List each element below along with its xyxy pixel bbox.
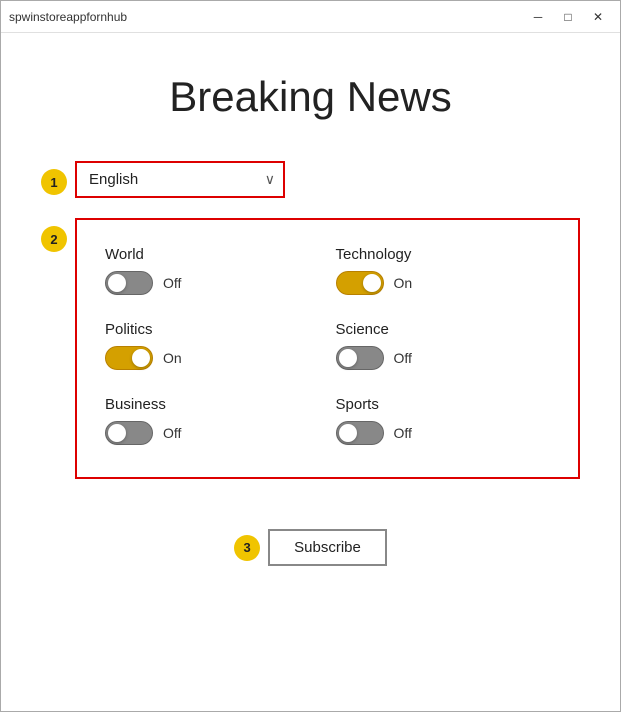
- politics-toggle[interactable]: [105, 346, 153, 370]
- category-world: World Off: [97, 236, 328, 311]
- window-title: spwinstoreappfornhub: [9, 10, 127, 24]
- sports-status: Off: [394, 425, 412, 441]
- category-business: Business Off: [97, 386, 328, 461]
- page-title: Breaking News: [169, 73, 451, 121]
- business-toggle[interactable]: [105, 421, 153, 445]
- technology-toggle-row: On: [336, 271, 551, 295]
- business-toggle-row: Off: [105, 421, 320, 445]
- world-status: Off: [163, 275, 181, 291]
- categories-section: 2 World Off: [41, 218, 580, 479]
- science-status: Off: [394, 350, 412, 366]
- category-technology-label: Technology: [336, 246, 551, 263]
- badge-3: 3: [234, 535, 260, 561]
- category-technology: Technology On: [328, 236, 559, 311]
- minimize-button[interactable]: ─: [524, 7, 552, 27]
- world-toggle-thumb: [108, 274, 126, 292]
- subscribe-button[interactable]: Subscribe: [268, 529, 387, 566]
- science-toggle[interactable]: [336, 346, 384, 370]
- sports-toggle[interactable]: [336, 421, 384, 445]
- politics-toggle-row: On: [105, 346, 320, 370]
- politics-status: On: [163, 350, 182, 366]
- science-toggle-row: Off: [336, 346, 551, 370]
- world-toggle-row: Off: [105, 271, 320, 295]
- science-toggle-thumb: [339, 349, 357, 367]
- sports-toggle-thumb: [339, 424, 357, 442]
- close-button[interactable]: ✕: [584, 7, 612, 27]
- category-science: Science Off: [328, 311, 559, 386]
- language-select-wrapper: English Spanish French German ∨: [75, 161, 285, 198]
- category-world-label: World: [105, 246, 320, 263]
- technology-toggle[interactable]: [336, 271, 384, 295]
- politics-toggle-thumb: [132, 349, 150, 367]
- badge-1: 1: [41, 169, 67, 195]
- subscribe-section: 3 Subscribe: [234, 529, 387, 566]
- language-section: 1 English Spanish French German ∨: [41, 161, 580, 198]
- technology-status: On: [394, 275, 413, 291]
- badge-2: 2: [41, 226, 67, 252]
- category-politics: Politics On: [97, 311, 328, 386]
- category-sports-label: Sports: [336, 396, 551, 413]
- category-science-label: Science: [336, 321, 551, 338]
- business-toggle-thumb: [108, 424, 126, 442]
- category-sports: Sports Off: [328, 386, 559, 461]
- business-status: Off: [163, 425, 181, 441]
- maximize-button[interactable]: □: [554, 7, 582, 27]
- technology-toggle-thumb: [363, 274, 381, 292]
- category-business-label: Business: [105, 396, 320, 413]
- title-bar: spwinstoreappfornhub ─ □ ✕: [1, 1, 620, 33]
- main-content: Breaking News 1 English Spanish French G…: [1, 33, 620, 711]
- app-window: spwinstoreappfornhub ─ □ ✕ Breaking News…: [0, 0, 621, 712]
- categories-box: World Off Technology: [75, 218, 580, 479]
- categories-grid: World Off Technology: [97, 236, 558, 461]
- category-politics-label: Politics: [105, 321, 320, 338]
- window-controls: ─ □ ✕: [524, 7, 612, 27]
- language-select[interactable]: English Spanish French German: [75, 161, 285, 198]
- sports-toggle-row: Off: [336, 421, 551, 445]
- world-toggle[interactable]: [105, 271, 153, 295]
